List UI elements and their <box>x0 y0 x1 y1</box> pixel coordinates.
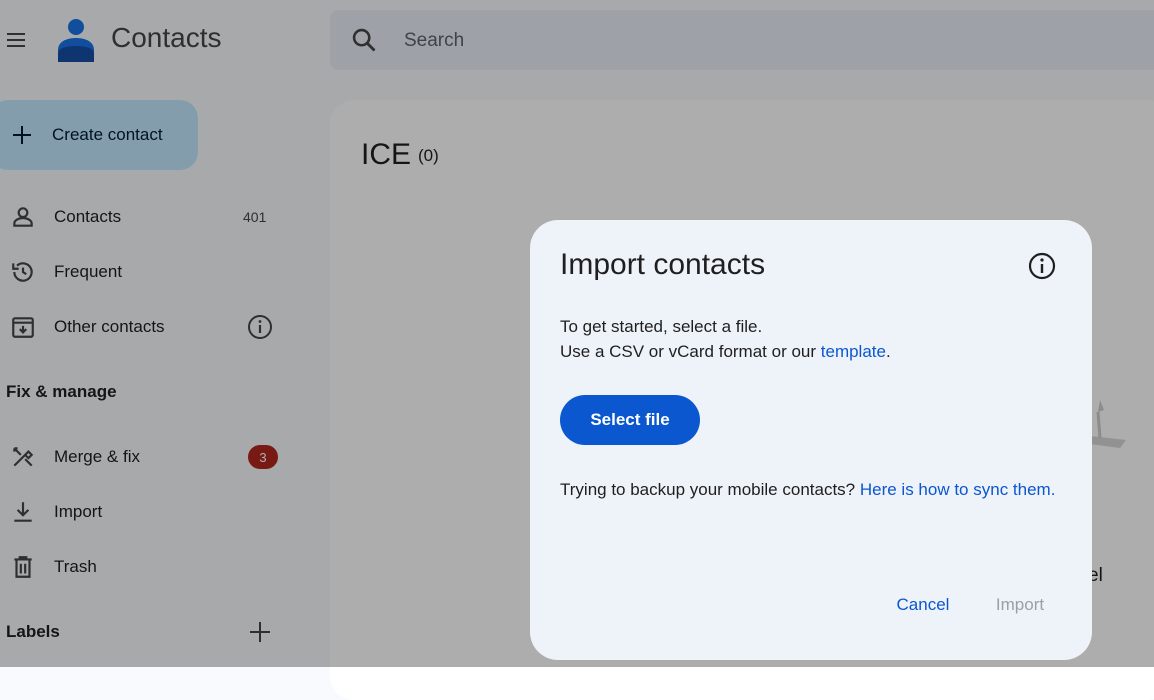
select-file-button[interactable]: Select file <box>560 395 700 445</box>
import-button[interactable]: Import <box>982 590 1058 620</box>
cancel-button[interactable]: Cancel <box>880 590 966 620</box>
info-icon[interactable] <box>1026 250 1058 282</box>
contacts-app: Contacts Create contact Contacts 401 Fre… <box>0 0 1154 700</box>
import-contacts-dialog: Import contacts To get started, select a… <box>530 220 1092 660</box>
template-link[interactable]: template <box>821 342 886 361</box>
backup-hint-text: Trying to backup your mobile contacts? <box>560 480 860 499</box>
dialog-title: Import contacts <box>560 248 766 281</box>
sync-help-link[interactable]: Here is how to sync them. <box>860 480 1056 499</box>
dialog-format-hint: Use a CSV or vCard format or our templat… <box>560 342 891 362</box>
dialog-instruction: To get started, select a file. <box>560 317 763 336</box>
dialog-backup-hint: Trying to backup your mobile contacts? H… <box>560 477 1060 502</box>
format-hint-text: Use a CSV or vCard format or our <box>560 342 821 361</box>
format-hint-suffix: . <box>885 342 891 361</box>
